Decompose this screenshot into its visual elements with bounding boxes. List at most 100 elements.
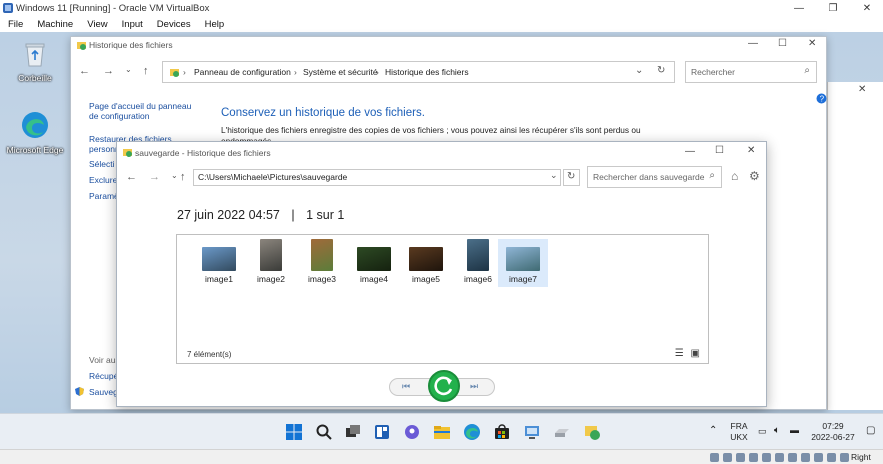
clock[interactable]: 07:29 2022-06-27 [810,421,856,443]
forward-arrow-icon[interactable]: → [149,171,160,183]
store-icon[interactable] [493,423,511,441]
details-view-icon[interactable]: ☰ [675,348,684,359]
menu-input[interactable]: Input [122,19,143,30]
battery-icon[interactable]: ▬ [790,425,799,435]
control-panel-icon[interactable] [523,423,541,441]
language-code: FRA [730,421,748,431]
path-value: C:\Users\Michaele\Pictures\sauvegarde [198,172,348,182]
task-view-icon[interactable] [344,423,362,441]
up-arrow-icon[interactable]: ↑ [180,171,186,183]
help-icon[interactable]: ? [816,93,827,104]
background-window: ✕ [827,82,883,410]
back-arrow-icon[interactable]: ← [126,171,137,183]
start-button-icon[interactable] [285,423,303,441]
menu-view[interactable]: View [87,19,107,30]
forward-arrow-icon[interactable]: → [103,65,114,77]
image-thumbnail-icon [311,239,333,271]
edge-icon[interactable] [463,423,481,441]
mouse-integration-icon[interactable] [827,453,836,462]
file-thumbnail[interactable]: image6 [453,239,503,287]
widgets-icon[interactable] [373,423,391,441]
close-icon[interactable]: ✕ [858,84,866,95]
network-icon[interactable]: ▭ [758,426,767,437]
refresh-icon[interactable]: ↻ [657,65,665,76]
sidebar-item-home[interactable]: Page d'accueil du panneau de configurati… [89,101,201,121]
optical-drive-icon[interactable] [723,453,732,462]
drive-icon[interactable] [553,423,571,441]
recording-icon[interactable] [801,453,810,462]
maximize-button[interactable]: ☐ [778,38,787,49]
keyboard-icon[interactable] [840,453,849,462]
desktop-icon-recycle-bin[interactable]: Corbeille [5,40,65,83]
host-key-label: Right Ctrl [851,452,871,464]
close-button[interactable]: ✕ [747,145,755,156]
menu-devices[interactable]: Devices [157,19,191,30]
desktop-icon-edge[interactable]: Microsoft Edge [5,110,65,155]
previous-version-icon[interactable]: ⏮ [402,381,410,392]
chat-icon[interactable] [403,423,421,441]
breadcrumb-item[interactable]: Historique des fichiers [385,67,469,77]
audio-icon[interactable] [736,453,745,462]
close-button[interactable]: ✕ [808,38,816,49]
breadcrumb-item[interactable]: Panneau de configuration [194,67,291,77]
home-icon[interactable]: ⌂ [731,169,738,183]
vbox-restore-button[interactable]: ❐ [818,1,848,16]
cpu-icon[interactable] [814,453,823,462]
file-thumbnail[interactable]: image7 [498,239,548,287]
file-name: image4 [360,274,388,284]
network-adapter-icon[interactable] [749,453,758,462]
file-thumbnail[interactable]: image1 [194,239,244,287]
sidebar-item-settings[interactable]: Paramè [89,191,119,201]
language-indicator[interactable]: FRA UKX [729,421,749,443]
large-icons-view-icon[interactable]: ▣ [691,348,700,359]
chevron-up-icon[interactable]: ⌃ [709,425,717,436]
sidebar-item-select-drive[interactable]: Sélecti [89,159,115,169]
next-version-icon[interactable]: ⏭ [470,381,478,392]
snapshot-position: 1 sur 1 [306,208,345,222]
path-input[interactable]: C:\Users\Michaele\Pictures\sauvegarde ⌄ [193,169,561,186]
vbox-close-button[interactable]: ✕ [852,1,882,16]
menu-machine[interactable]: Machine [37,19,73,30]
address-bar[interactable]: › Panneau de configuration › Système et … [162,61,675,83]
maximize-button[interactable]: ☐ [715,145,724,156]
vbox-minimize-button[interactable]: — [784,1,814,16]
control-panel-icon [170,69,179,77]
minimize-button[interactable]: — [685,146,695,157]
menu-help[interactable]: Help [205,19,225,30]
file-thumbnail[interactable]: image5 [401,239,451,287]
chevron-down-icon[interactable]: ⌄ [171,171,178,180]
file-name: image7 [509,274,537,284]
volume-icon[interactable]: 🔈︎ [774,425,780,436]
up-arrow-icon[interactable]: ↑ [143,65,149,77]
file-explorer-icon[interactable] [433,423,451,441]
file-thumbnail[interactable]: image4 [349,239,399,287]
display-icon[interactable] [788,453,797,462]
chevron-down-icon[interactable]: ⌄ [550,170,558,181]
usb-icon[interactable] [762,453,771,462]
vbox-statusbar: Right Ctrl [0,449,883,464]
gear-icon[interactable]: ⚙ [749,169,760,183]
file-thumbnail[interactable]: image3 [297,239,347,287]
shared-folders-icon[interactable] [775,453,784,462]
window-title: Historique des fichiers [89,40,173,50]
restore-button[interactable] [428,370,460,402]
hard-disk-icon[interactable] [710,453,719,462]
sidebar-item-recovery[interactable]: Récupé [89,371,118,381]
file-thumbnail[interactable]: image2 [246,239,296,287]
chevron-down-icon[interactable]: ⌄ [125,65,132,74]
menu-file[interactable]: File [8,19,23,30]
chevron-down-icon[interactable]: ⌄ [635,65,643,76]
navigation-bar: ← → ⌄ ↑ › Panneau de configuration › Sys… [71,57,828,89]
restore-icon [434,376,453,396]
search-input[interactable]: Rechercher ⌕ [685,61,817,83]
search-icon[interactable] [315,423,333,441]
breadcrumb-item[interactable]: Système et sécurité [303,67,378,77]
refresh-button[interactable]: ↻ [563,169,580,186]
sidebar-item-exclude[interactable]: Exclure [89,175,117,185]
file-history-icon[interactable] [583,423,601,441]
notification-icon[interactable]: ▢ [866,425,875,436]
back-arrow-icon[interactable]: ← [79,65,90,77]
search-input[interactable]: Rechercher dans sauvegarde ⌕ [587,166,722,188]
keyboard-layout: UKX [730,432,748,442]
minimize-button[interactable]: — [748,38,758,49]
